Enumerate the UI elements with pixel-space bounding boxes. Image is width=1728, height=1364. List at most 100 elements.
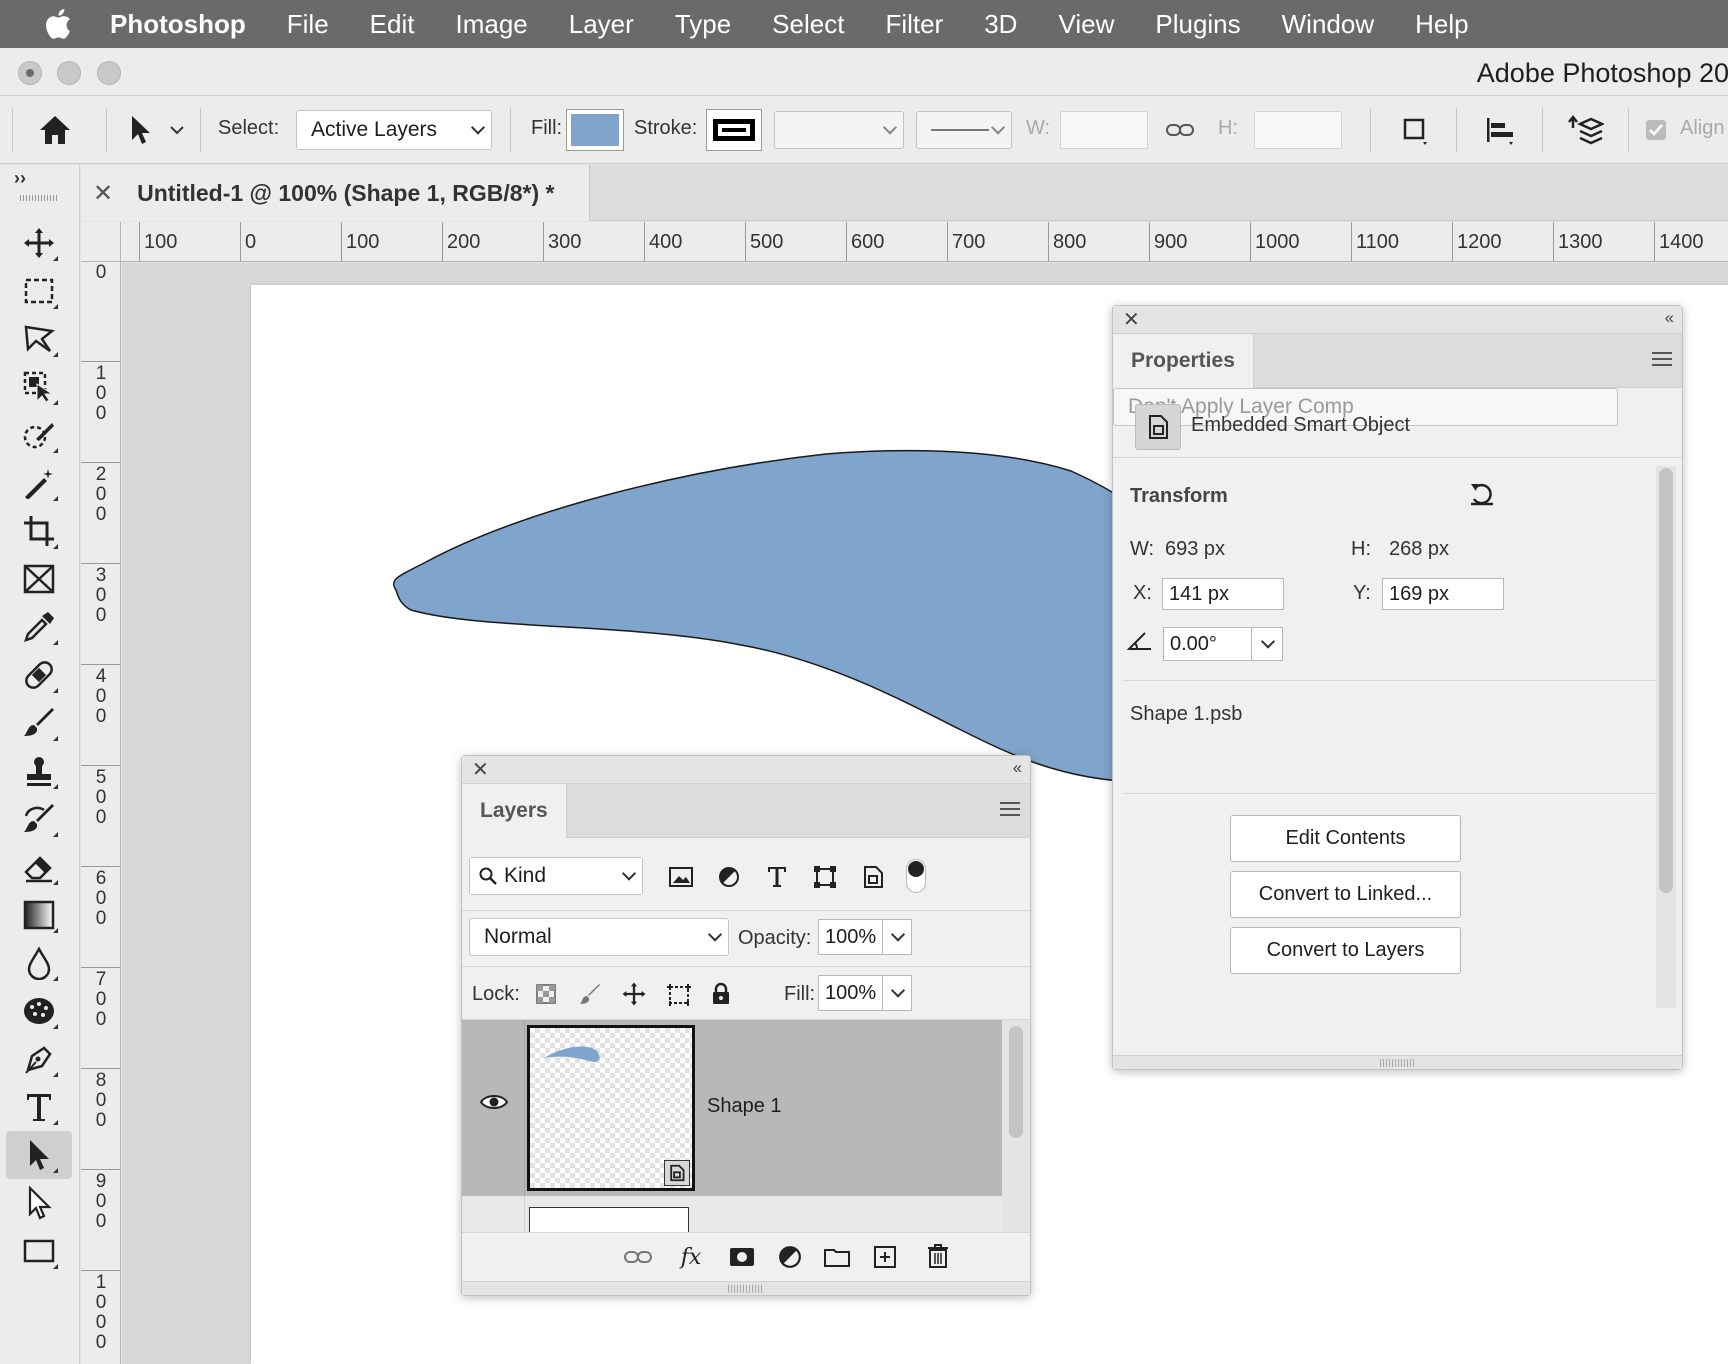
properties-panel-header[interactable]: ✕ ‹‹ [1113, 306, 1682, 334]
tools-panel-grip[interactable] [20, 195, 58, 201]
eyedropper-tool[interactable] [6, 603, 72, 651]
direct-selection-tool[interactable] [6, 1179, 72, 1227]
layer-effects-fx-icon[interactable]: fx [674, 1241, 708, 1273]
menu-window[interactable]: Window [1282, 9, 1374, 40]
horizontal-ruler[interactable]: 100 0 100 200 300 400 500 600 700 800 900 1000 1100 1… [81, 222, 1728, 262]
fill-slider-button[interactable] [882, 975, 912, 1011]
lock-all-icon[interactable] [709, 980, 733, 1008]
window-close-button[interactable] [18, 61, 42, 85]
document-tab[interactable]: ✕ Untitled-1 @ 100% (Shape 1, RGB/8*) * [81, 165, 590, 221]
opacity-slider-button[interactable] [882, 919, 912, 955]
properties-scrollbar[interactable] [1656, 466, 1676, 1008]
healing-brush-tool[interactable] [6, 651, 72, 699]
blend-mode-dropdown[interactable]: Normal [469, 918, 729, 956]
vertical-ruler[interactable]: 0 1 0 0 2 0 0 3 0 0 4 0 0 5 0 0 6 0 0 7 0 0 8 0 … [81, 262, 121, 1364]
home-icon[interactable] [32, 110, 78, 150]
pen-tool[interactable] [6, 1035, 72, 1083]
frame-tool[interactable] [6, 555, 72, 603]
convert-to-linked-button[interactable]: Convert to Linked... [1230, 871, 1461, 918]
menu-image[interactable]: Image [455, 9, 527, 40]
properties-resize-grip[interactable] [1379, 1059, 1416, 1067]
move-tool[interactable] [6, 219, 72, 267]
menu-3d[interactable]: 3D [984, 9, 1017, 40]
link-layers-icon[interactable] [622, 1243, 654, 1271]
magic-wand-tool[interactable] [6, 459, 72, 507]
move-tool-preset-icon[interactable] [122, 110, 158, 150]
options-bar-grip[interactable] [12, 108, 13, 152]
crop-tool[interactable] [6, 507, 72, 555]
stroke-width-dropdown[interactable] [774, 111, 904, 149]
history-brush-tool[interactable] [6, 795, 72, 843]
path-selection-tool[interactable] [6, 1131, 72, 1179]
layers-tab[interactable]: Layers [462, 784, 567, 838]
quick-selection-tool[interactable] [6, 411, 72, 459]
menu-select[interactable]: Select [772, 9, 844, 40]
lock-position-icon[interactable] [620, 980, 648, 1008]
menu-type[interactable]: Type [675, 9, 731, 40]
stroke-swatch[interactable] [706, 109, 762, 151]
menu-edit[interactable]: Edit [370, 9, 415, 40]
fill-swatch[interactable] [566, 109, 624, 151]
stroke-type-dropdown[interactable] [916, 111, 1012, 149]
filter-adjustment-layers-icon[interactable] [715, 864, 743, 890]
layer-row-partial[interactable] [462, 1196, 1002, 1232]
eye-icon[interactable] [478, 1090, 510, 1114]
path-operations-icon[interactable] [1396, 114, 1434, 148]
filter-smart-objects-icon[interactable] [859, 864, 887, 890]
blur-tool[interactable] [6, 939, 72, 987]
filter-type-layers-icon[interactable] [763, 864, 791, 890]
gradient-tool[interactable] [6, 891, 72, 939]
filter-toggle-switch[interactable] [906, 859, 926, 893]
filter-pixel-layers-icon[interactable] [667, 864, 695, 890]
lasso-tool[interactable] [6, 315, 72, 363]
properties-scrollbar-thumb[interactable] [1659, 468, 1673, 893]
layers-resize-grip[interactable] [728, 1285, 764, 1293]
fill-opacity-field[interactable]: 100% [818, 975, 883, 1011]
menu-help[interactable]: Help [1415, 9, 1468, 40]
layers-panel-header[interactable]: ✕ ‹‹ [462, 756, 1030, 784]
apple-menu-icon[interactable] [40, 7, 74, 41]
new-layer-icon[interactable] [870, 1242, 900, 1272]
delete-layer-trash-icon[interactable] [924, 1241, 952, 1271]
lock-image-pixels-icon[interactable] [578, 982, 602, 1006]
link-icon[interactable] [1164, 118, 1196, 142]
new-adjustment-layer-icon[interactable] [775, 1242, 805, 1272]
window-zoom-button[interactable] [97, 61, 121, 85]
width-field[interactable] [1060, 111, 1148, 149]
rectangular-marquee-tool[interactable] [6, 267, 72, 315]
angle-dropdown-button[interactable] [1251, 627, 1283, 661]
window-minimize-button[interactable] [57, 61, 81, 85]
menu-plugins[interactable]: Plugins [1155, 9, 1240, 40]
layer-thumbnail[interactable] [527, 1025, 695, 1191]
close-panel-icon[interactable]: ✕ [1123, 307, 1140, 332]
rectangle-tool[interactable] [6, 1227, 72, 1275]
eraser-tool[interactable] [6, 843, 72, 891]
app-menu[interactable]: Photoshop [110, 9, 246, 40]
layer-filter-kind-dropdown[interactable]: Kind [469, 857, 643, 895]
select-target-dropdown[interactable]: Active Layers [296, 110, 492, 150]
convert-to-layers-button[interactable]: Convert to Layers [1230, 927, 1461, 974]
rotation-angle-field[interactable]: 0.00° [1163, 627, 1252, 661]
layer-thumbnail[interactable] [529, 1207, 689, 1232]
path-alignment-icon[interactable] [1480, 114, 1520, 148]
lock-artboard-icon[interactable] [665, 981, 693, 1009]
edit-contents-button[interactable]: Edit Contents [1230, 815, 1461, 862]
new-group-folder-icon[interactable] [821, 1243, 853, 1271]
x-position-field[interactable]: 141 px [1162, 578, 1284, 610]
collapse-panel-icon[interactable]: ‹‹ [1665, 308, 1674, 328]
height-field[interactable] [1254, 111, 1342, 149]
layer-row[interactable]: Shape 1 [462, 1020, 1002, 1196]
reset-transform-icon[interactable] [1465, 478, 1499, 510]
close-panel-icon[interactable]: ✕ [472, 757, 489, 782]
collapse-panel-icon[interactable]: ‹‹ [1013, 758, 1022, 778]
object-selection-tool[interactable] [6, 363, 72, 411]
panel-menu-icon[interactable] [1652, 352, 1672, 366]
expand-panels-icon[interactable]: ›› [8, 168, 32, 188]
menu-view[interactable]: View [1058, 9, 1114, 40]
lock-transparent-pixels-icon[interactable] [534, 982, 558, 1006]
type-tool[interactable] [6, 1083, 72, 1131]
layers-scrollbar[interactable] [1002, 1020, 1030, 1232]
properties-tab[interactable]: Properties [1113, 334, 1254, 388]
menu-filter[interactable]: Filter [885, 9, 943, 40]
layer-name[interactable]: Shape 1 [707, 1095, 782, 1118]
